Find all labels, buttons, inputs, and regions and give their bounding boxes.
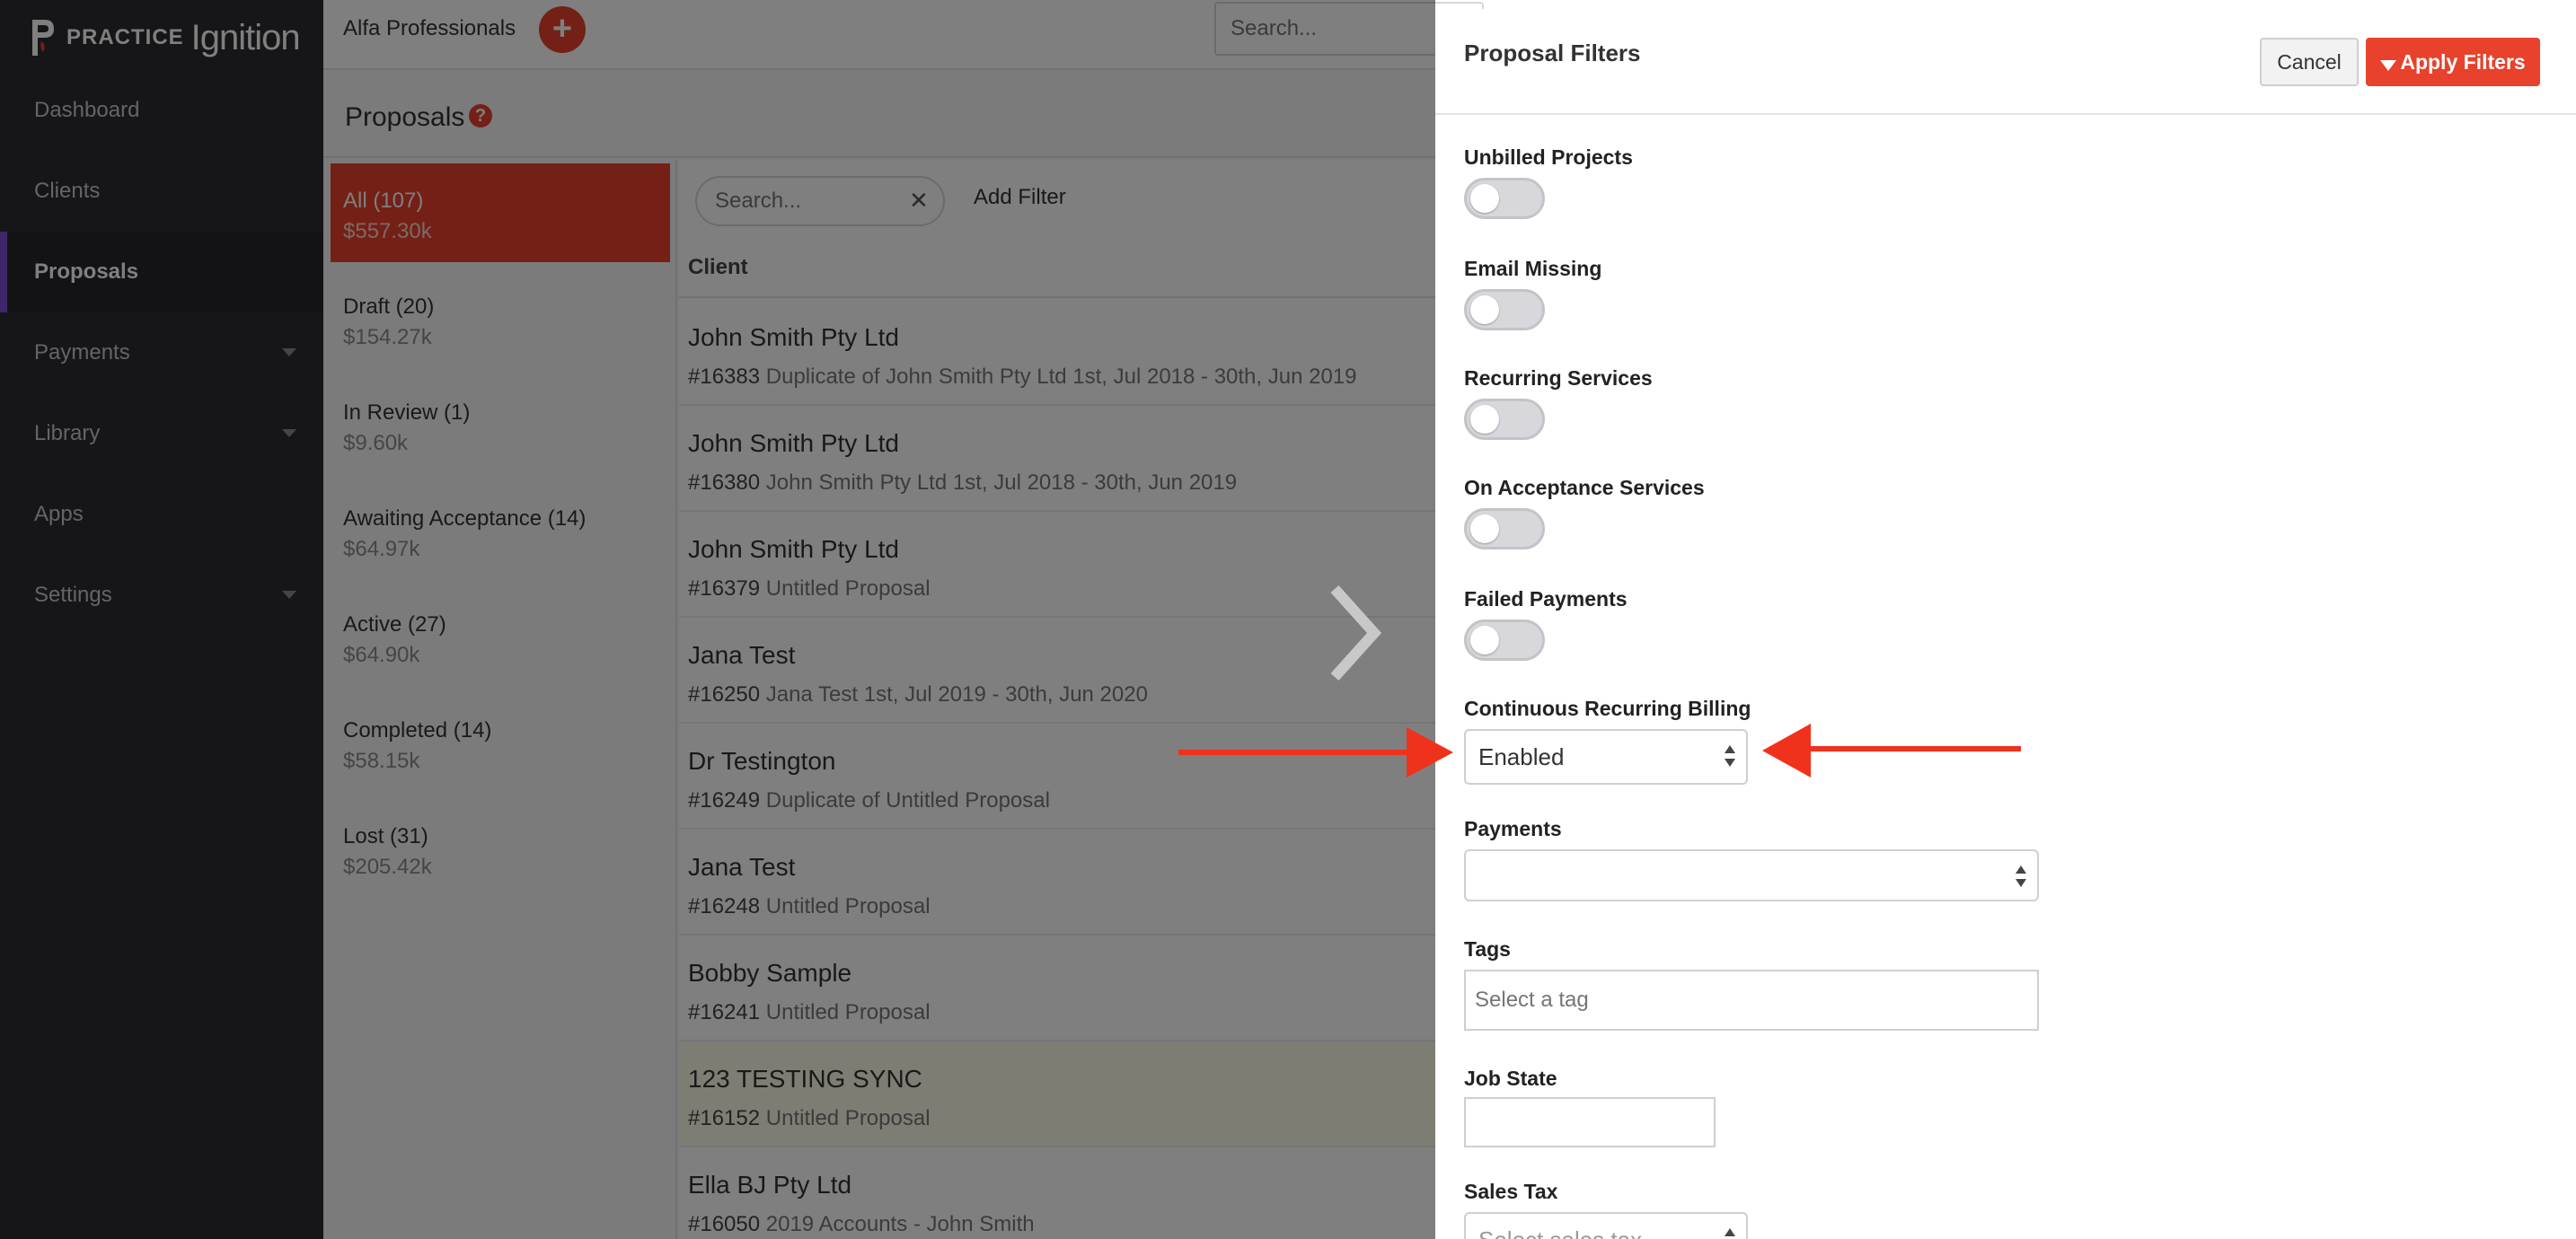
panel-header: Proposal Filters Cancel Apply Filters [1435, 9, 2576, 115]
toggle-knob [1470, 514, 1499, 543]
sales-tax-select[interactable]: Select sales tax [1464, 1212, 1748, 1239]
on-acceptance-services-toggle[interactable] [1464, 508, 1545, 549]
filter-label-sales-tax: Sales Tax [1464, 1180, 1558, 1203]
filter-label-unbilled-projects: Unbilled Projects [1464, 145, 1633, 169]
continuous-recurring-billing-select[interactable]: Enabled [1464, 729, 1748, 785]
filter-label-job-state: Job State [1464, 1067, 1557, 1090]
toggle-knob [1470, 405, 1499, 434]
filter-label-on-acceptance-services: On Acceptance Services [1464, 476, 1705, 499]
panel-title: Proposal Filters [1464, 40, 1641, 66]
unbilled-projects-toggle[interactable] [1464, 178, 1545, 219]
modal-backdrop[interactable] [0, 0, 1435, 1239]
proposal-filters-panel: Proposal Filters Cancel Apply Filters Un… [1435, 9, 2576, 1239]
apply-filters-button[interactable]: Apply Filters [2366, 38, 2540, 86]
payments-select[interactable] [1464, 849, 2039, 901]
select-placeholder: Select sales tax [1478, 1226, 1642, 1239]
filter-label-continuous-recurring-billing: Continuous Recurring Billing [1464, 697, 1751, 720]
toggle-knob [1470, 295, 1499, 324]
filter-icon [2380, 60, 2397, 71]
job-state-input[interactable] [1464, 1097, 1716, 1147]
toggle-knob [1470, 626, 1499, 655]
chevron-right-icon[interactable] [1328, 584, 1381, 682]
filter-label-recurring-services: Recurring Services [1464, 366, 1653, 390]
select-arrows-icon [1725, 743, 1735, 770]
failed-payments-toggle[interactable] [1464, 620, 1545, 661]
select-arrows-icon [1725, 1226, 1735, 1239]
select-arrows-icon [2016, 864, 2026, 891]
tags-input[interactable] [1464, 970, 2039, 1031]
filter-label-failed-payments: Failed Payments [1464, 587, 1628, 611]
filter-label-tags: Tags [1464, 937, 1511, 961]
filter-label-payments: Payments [1464, 817, 1562, 840]
email-missing-toggle[interactable] [1464, 289, 1545, 330]
cancel-button[interactable]: Cancel [2260, 38, 2359, 86]
toggle-knob [1470, 184, 1499, 213]
select-value: Enabled [1478, 743, 1565, 770]
recurring-services-toggle[interactable] [1464, 399, 1545, 440]
filter-label-email-missing: Email Missing [1464, 257, 1602, 280]
apply-filters-label: Apply Filters [2400, 50, 2526, 74]
